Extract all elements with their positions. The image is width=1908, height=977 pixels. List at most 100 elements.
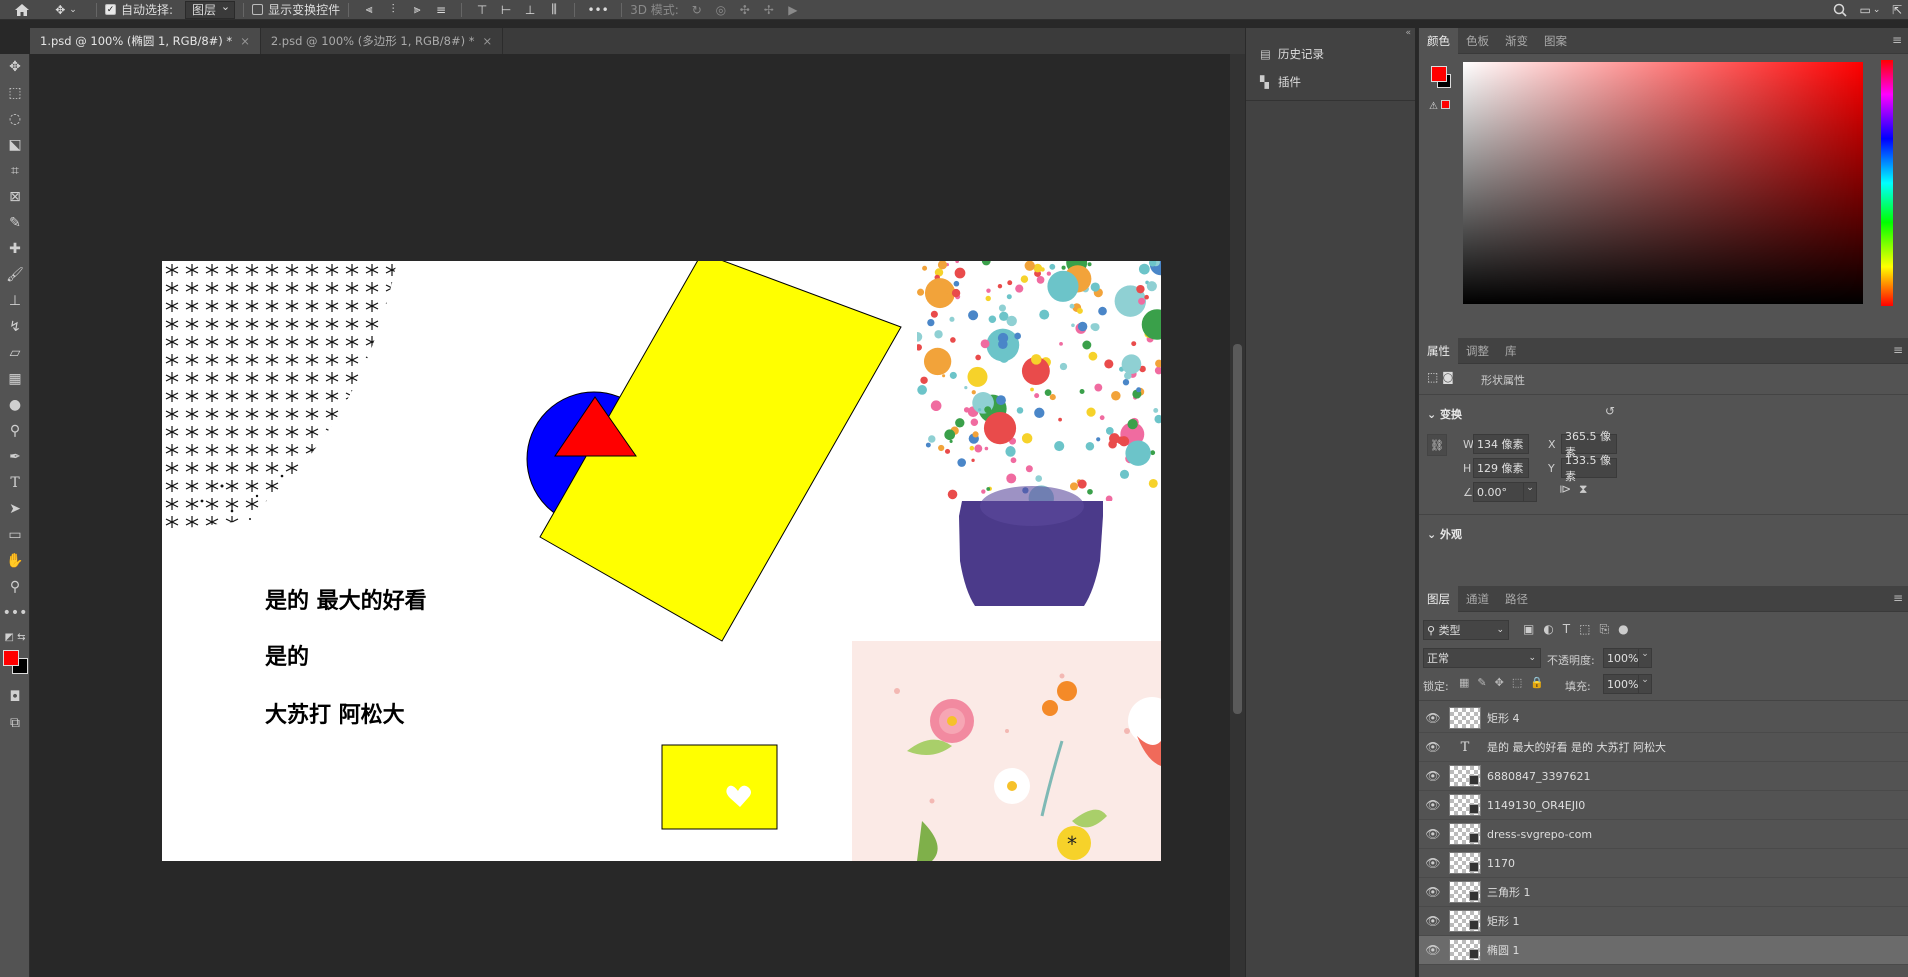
canvas-workspace[interactable]: * 是的 最大的好看 是的 大苏打 阿松大	[30, 54, 1230, 977]
lock-icons[interactable]: ▦✎✥⬚🔒	[1459, 676, 1552, 689]
align-top-icon[interactable]: ⊤	[470, 0, 494, 20]
link-dimensions-icon[interactable]: ⛓	[1427, 434, 1447, 456]
lasso-tool-icon[interactable]: ◌	[0, 106, 30, 132]
close-icon[interactable]: ×	[240, 34, 250, 48]
object-select-tool-icon[interactable]: ⬕	[0, 132, 30, 158]
pen-tool-icon[interactable]: ✒	[0, 444, 30, 470]
crop-tool-icon[interactable]: ⌗	[0, 158, 30, 184]
zoom-tool-icon[interactable]: ⚲	[0, 574, 30, 600]
chevron-down-icon[interactable]: ⌄	[1638, 674, 1652, 694]
layer-row[interactable]: 👁 T 是的 最大的好看 是的 大苏打 阿松大	[1419, 733, 1908, 762]
collapse-icon[interactable]: «	[1246, 28, 1415, 40]
layer-row[interactable]: 👁 椭圆 1	[1419, 936, 1908, 965]
frame-tool-icon[interactable]: ⊠	[0, 184, 30, 210]
flip-vertical-icon[interactable]: ⧗	[1579, 482, 1587, 497]
tab-layers[interactable]: 图层	[1419, 585, 1458, 612]
align-right-icon[interactable]: ⫸	[405, 0, 429, 20]
brush-tool-icon[interactable]: 🖌	[0, 262, 30, 288]
eyedropper-tool-icon[interactable]: ✎	[0, 210, 30, 236]
3d-scale-icon[interactable]: ▶	[781, 0, 805, 20]
layer-filter-dropdown[interactable]: ⚲ 类型 ⌄	[1423, 620, 1509, 640]
history-brush-tool-icon[interactable]: ↯	[0, 314, 30, 340]
hand-tool-icon[interactable]: ✋	[0, 548, 30, 574]
tab-1psd[interactable]: 1.psd @ 100% (椭圆 1, RGB/8#) * ×	[30, 28, 261, 54]
visibility-eye-icon[interactable]: 👁	[1419, 943, 1447, 957]
quick-mask-icon[interactable]: ◘	[0, 684, 30, 710]
layer-row[interactable]: 👁 6880847_3397621	[1419, 762, 1908, 791]
layer-row[interactable]: 👁 矩形 4	[1419, 704, 1908, 733]
layer-row[interactable]: 👁 三角形 1	[1419, 878, 1908, 907]
distribute-v-icon[interactable]: ⫼	[542, 0, 566, 20]
align-left-icon[interactable]: ⫷	[357, 0, 381, 20]
home-icon[interactable]	[0, 0, 44, 20]
auto-select-checkbox[interactable]: ✓ 自动选择:	[105, 0, 173, 20]
angle-field[interactable]: 0.00°	[1473, 482, 1525, 502]
tab-color[interactable]: 颜色	[1419, 27, 1458, 54]
visibility-eye-icon[interactable]: 👁	[1419, 914, 1447, 928]
visibility-eye-icon[interactable]: 👁	[1419, 740, 1447, 754]
align-center-h-icon[interactable]: ⫶	[381, 0, 405, 20]
clone-stamp-tool-icon[interactable]: ⊥	[0, 288, 30, 314]
tab-swatches[interactable]: 色板	[1458, 28, 1497, 54]
opacity-field[interactable]: 100%	[1603, 648, 1639, 668]
panel-menu-icon[interactable]: ≡	[1892, 33, 1902, 47]
healing-brush-tool-icon[interactable]: ✚	[0, 236, 30, 262]
3d-orbit-icon[interactable]: ↻	[685, 0, 709, 20]
more-options-button[interactable]: •••	[583, 0, 613, 20]
tab-properties[interactable]: 属性	[1419, 337, 1458, 364]
tab-paths[interactable]: 路径	[1497, 586, 1536, 612]
chevron-down-icon[interactable]: ⌄	[1523, 482, 1537, 502]
document-canvas[interactable]: * 是的 最大的好看 是的 大苏打 阿松大	[162, 261, 1161, 861]
marquee-tool-icon[interactable]: ⬚	[0, 80, 30, 106]
hue-slider[interactable]	[1881, 60, 1893, 306]
screen-mode-icon[interactable]: ⧉	[0, 710, 30, 736]
transform-section-title[interactable]: ⌄ 变换	[1427, 406, 1462, 422]
type-tool-icon[interactable]: T	[0, 470, 30, 496]
layer-row[interactable]: 👁 矩形 1	[1419, 907, 1908, 936]
tab-patterns[interactable]: 图案	[1536, 28, 1575, 54]
history-panel-button[interactable]: ▤ 历史记录	[1246, 40, 1415, 68]
blur-tool-icon[interactable]: ●	[0, 392, 30, 418]
y-field[interactable]: 133.5 像素	[1561, 454, 1617, 483]
swap-colors-icon[interactable]: ◩ ⇆	[0, 626, 30, 648]
canvas-text-line-1[interactable]: 是的 最大的好看	[265, 583, 427, 615]
path-select-tool-icon[interactable]: ➤	[0, 496, 30, 522]
workspace-icon[interactable]: ▭ ⌄	[1854, 0, 1886, 20]
search-icon[interactable]	[1826, 0, 1854, 20]
panel-menu-icon[interactable]: ≡	[1893, 591, 1903, 605]
appearance-section-title[interactable]: ⌄ 外观	[1427, 526, 1462, 542]
visibility-eye-icon[interactable]: 👁	[1419, 856, 1447, 870]
canvas-text-line-2[interactable]: 是的	[265, 639, 309, 671]
move-tool-preset-icon[interactable]: ✥ ⌄	[44, 0, 88, 20]
tab-2psd[interactable]: 2.psd @ 100% (多边形 1, RGB/8#) * ×	[261, 28, 504, 54]
show-transform-controls-checkbox[interactable]: 显示变换控件	[252, 0, 340, 20]
share-icon[interactable]: ⇱	[1886, 0, 1908, 20]
dodge-tool-icon[interactable]: ⚲	[0, 418, 30, 444]
3d-slide-icon[interactable]: ✢	[757, 0, 781, 20]
move-tool-icon[interactable]: ✥	[0, 54, 30, 80]
align-bottom-icon[interactable]: ⊥	[518, 0, 542, 20]
width-field[interactable]: 134 像素	[1473, 434, 1529, 454]
gradient-tool-icon[interactable]: ▦	[0, 366, 30, 392]
layer-filter-icons[interactable]: ▣◐T⬚⎘●	[1523, 622, 1638, 637]
3d-pan-icon[interactable]: ✣	[733, 0, 757, 20]
color-swatches[interactable]	[0, 648, 30, 684]
visibility-eye-icon[interactable]: 👁	[1419, 827, 1447, 841]
flip-horizontal-icon[interactable]: ⧐	[1559, 482, 1571, 496]
foreground-color-swatch[interactable]	[3, 650, 19, 666]
panel-menu-icon[interactable]: ≡	[1893, 343, 1903, 357]
auto-select-target-dropdown[interactable]: 图层	[185, 0, 236, 19]
color-field[interactable]	[1463, 62, 1863, 304]
visibility-eye-icon[interactable]: 👁	[1419, 769, 1447, 783]
close-icon[interactable]: ×	[483, 34, 493, 48]
reset-transform-icon[interactable]: ↺	[1605, 404, 1615, 418]
x-field[interactable]: 365.5 像素	[1561, 430, 1617, 459]
more-tools-icon[interactable]: •••	[0, 600, 30, 626]
foreground-color-swatch[interactable]	[1431, 66, 1447, 82]
height-field[interactable]: 129 像素	[1473, 458, 1529, 478]
canvas-scrollbar[interactable]	[1230, 54, 1245, 977]
distribute-h-icon[interactable]: ≡	[429, 0, 453, 20]
visibility-eye-icon[interactable]: 👁	[1419, 711, 1447, 725]
layer-row[interactable]: 👁 1149130_OR4EJI0	[1419, 791, 1908, 820]
blend-mode-dropdown[interactable]: 正常 ⌄	[1423, 648, 1541, 668]
